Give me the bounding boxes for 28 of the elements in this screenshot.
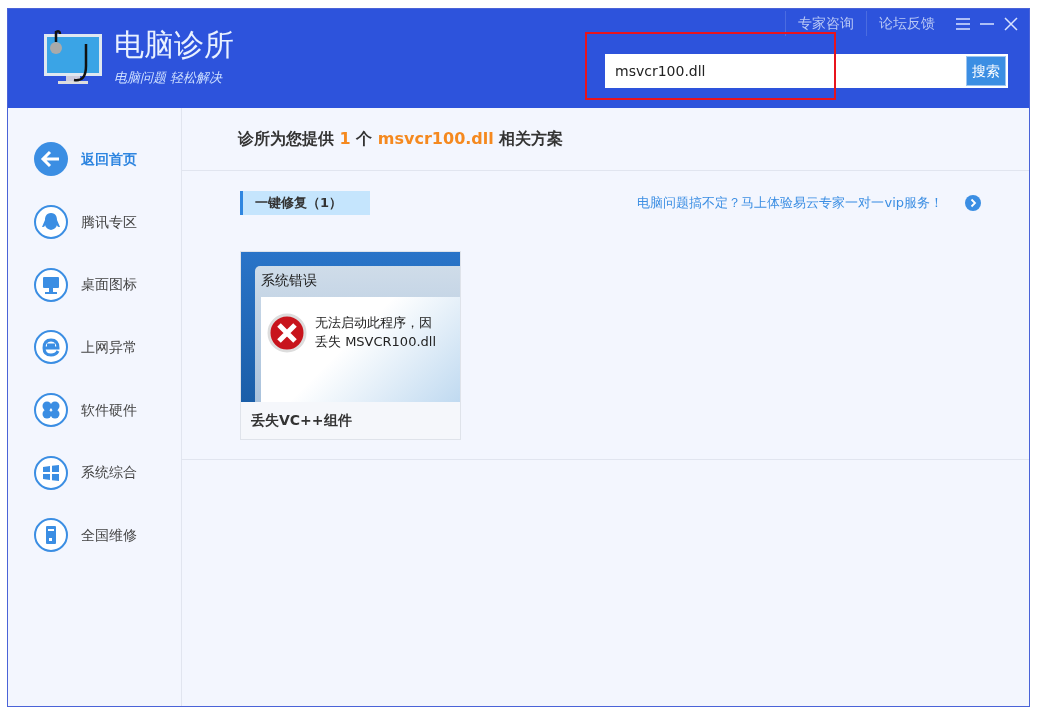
- windows-icon: [33, 454, 69, 491]
- monitor-icon: [33, 266, 69, 303]
- computer-tower-icon: [33, 517, 69, 554]
- error-icon: [267, 312, 307, 353]
- top-link[interactable]: 论坛反馈: [866, 11, 947, 36]
- sidebar-item[interactable]: 系统综合: [8, 441, 181, 505]
- section-tab[interactable]: 一键修复（1）: [240, 191, 370, 215]
- top-link[interactable]: 专家咨询: [785, 11, 866, 36]
- close-icon[interactable]: [1003, 15, 1019, 32]
- clover-icon: [33, 392, 69, 429]
- browser-e-icon: [33, 329, 69, 366]
- menu-icon[interactable]: [955, 15, 971, 32]
- penguin-icon: [33, 204, 69, 241]
- solution-caption: 丢失VC++组件: [250, 410, 353, 430]
- solution-card[interactable]: 系统错误 无法启动此程序，因 丢失 MSVCR100.dll 丢失VC++组件: [240, 250, 461, 440]
- sidebar-item[interactable]: 腾讯专区: [8, 190, 181, 254]
- search-field[interactable]: msvcr100.dll 搜索: [605, 54, 1008, 88]
- app-title: 电脑诊所: [114, 29, 234, 60]
- sidebar-item[interactable]: 上网异常: [8, 316, 181, 379]
- arrow-right-circle-icon[interactable]: [965, 194, 981, 211]
- sidebar-item[interactable]: 全国维修: [8, 504, 181, 567]
- dialog-message: 无法启动此程序，因: [315, 313, 433, 332]
- dialog-title: 系统错误: [261, 270, 318, 290]
- result-heading: 诊所为您提供 1 个 msvcr100.dll 相关方案: [238, 128, 564, 150]
- sidebar-item[interactable]: 软件硬件: [8, 378, 181, 442]
- dialog-message: 丢失 MSVCR100.dll: [315, 333, 437, 351]
- sidebar-item[interactable]: 桌面图标: [8, 253, 181, 317]
- slogan: 电脑问题 轻松解决: [114, 68, 224, 87]
